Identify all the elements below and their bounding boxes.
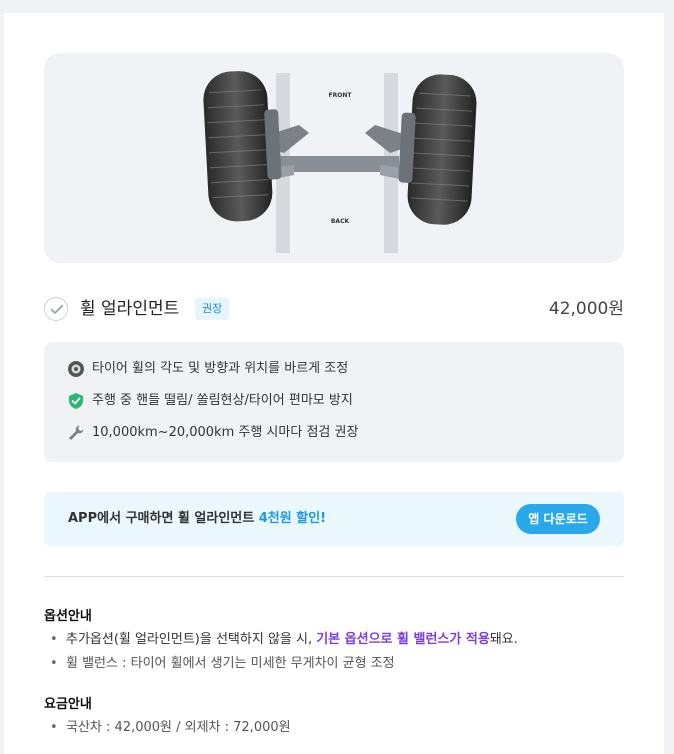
options-bullet-text: 휠 밸런스 : 타이어 휠에서 생기는 미세한 무게차이 균형 조정 — [66, 656, 395, 671]
options-title: 옵션안내 — [44, 609, 92, 624]
check-icon — [50, 304, 64, 314]
feature-text: 10,000km~20,000km 주행 시마다 점검 권장 — [92, 425, 359, 440]
pricing-bullet: 국산차 : 42,000원 / 외제차 : 72,000원 — [50, 718, 291, 738]
promo-text: APP에서 구매하면 휠 얼라인먼트 4천원 할인! — [68, 508, 326, 530]
wrench-icon — [69, 425, 84, 440]
options-bullet: 휠 밸런스 : 타이어 휠에서 생기는 미세한 무게차이 균형 조정 — [50, 654, 395, 674]
shield-check-icon — [69, 393, 83, 409]
options-bullet-suffix: 돼요. — [489, 632, 518, 647]
options-bullet: 추가옵션(휠 얼라인먼트)을 선택하지 않을 시, 기본 옵션으로 휠 밸런스가… — [50, 630, 518, 650]
promo-discount-highlight: 4천원 할인! — [258, 511, 327, 526]
front-label: FRONT — [329, 92, 353, 99]
product-card: FRONT BACK 휠 얼라인먼트 권장 42,000원 타이어 휠의 각도 … — [4, 13, 664, 754]
tire-icon — [68, 361, 84, 377]
pricing-bullet-text: 국산차 : 42,000원 / 외제차 : 72,000원 — [66, 720, 291, 735]
divider — [44, 576, 624, 577]
feature-text: 주행 중 핸들 떨림/ 쏠림현상/타이어 편마모 방지 — [92, 393, 353, 408]
feature-list: 타이어 휠의 각도 및 방향과 위치를 바르게 조정 주행 중 핸들 떨림/ 쏠… — [44, 342, 624, 462]
product-price: 42,000원 — [548, 299, 624, 319]
app-download-button[interactable]: 앱 다운로드 — [516, 504, 600, 534]
wheel-alignment-diagram-icon: FRONT BACK — [203, 71, 477, 253]
promo-text-main: APP에서 구매하면 휠 얼라인먼트 — [68, 511, 259, 526]
wheel-alignment-image: FRONT BACK — [44, 53, 624, 263]
options-bullet-text: 추가옵션(휠 얼라인먼트)을 선택하지 않을 시, — [66, 632, 317, 647]
pricing-title: 요금안내 — [44, 697, 92, 712]
select-checkbox[interactable] — [44, 297, 68, 321]
feature-text: 타이어 휠의 각도 및 방향과 위치를 바르게 조정 — [92, 361, 349, 376]
app-promo-banner: APP에서 구매하면 휠 얼라인먼트 4천원 할인! 앱 다운로드 — [44, 492, 624, 546]
product-option-row[interactable]: 휠 얼라인먼트 권장 42,000원 — [44, 296, 624, 324]
product-name: 휠 얼라인먼트 — [80, 299, 180, 319]
options-bullet-highlight: 기본 옵션으로 휠 밸런스가 적용 — [316, 632, 490, 647]
back-label: BACK — [331, 218, 350, 225]
recommended-badge: 권장 — [195, 298, 230, 320]
